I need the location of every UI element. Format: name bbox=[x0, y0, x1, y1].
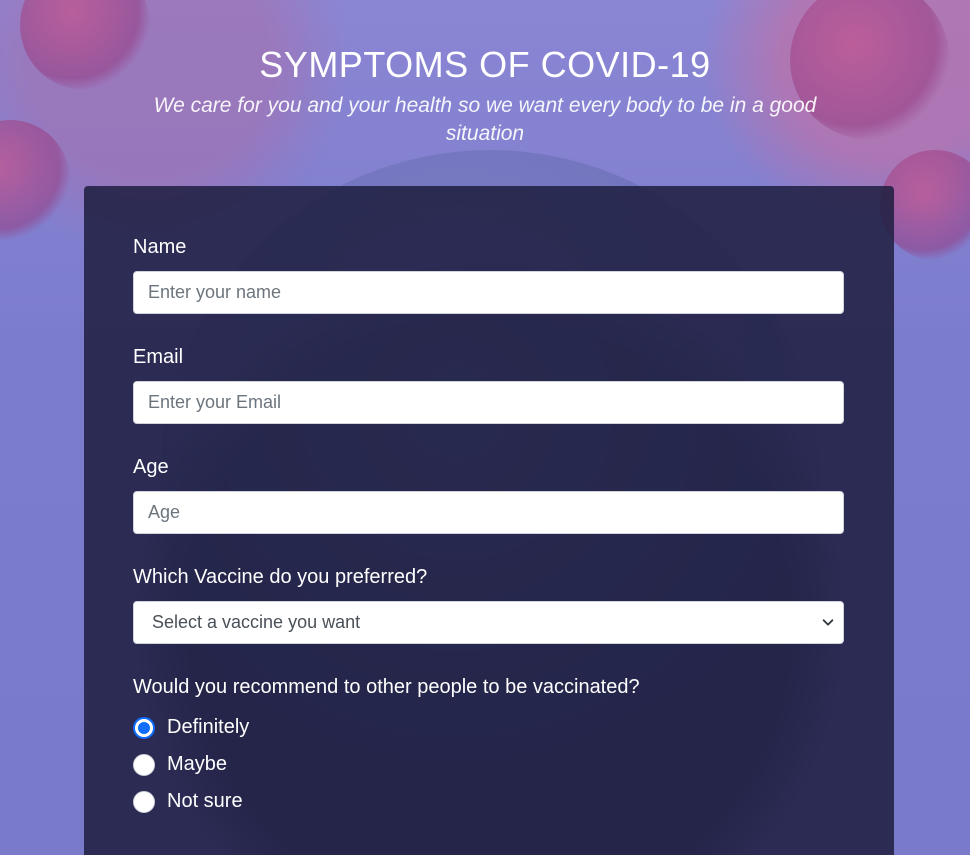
page-subtitle: We care for you and your health so we wa… bbox=[153, 94, 817, 145]
radio-button[interactable] bbox=[133, 790, 155, 813]
radio-option-definitely[interactable]: Definitely bbox=[133, 709, 845, 746]
radio-option-label: Not sure bbox=[167, 790, 243, 812]
radio-option-maybe[interactable]: Maybe bbox=[133, 746, 845, 783]
vaccine-label: Which Vaccine do you preferred? bbox=[133, 566, 428, 588]
email-input[interactable] bbox=[133, 381, 844, 424]
age-field-group: Age bbox=[133, 456, 845, 534]
radio-button[interactable] bbox=[133, 716, 155, 739]
recommend-field-group: Would you recommend to other people to b… bbox=[133, 676, 845, 820]
radio-option-label: Definitely bbox=[167, 716, 250, 738]
page-title: SYMPTOMS OF COVID-19 bbox=[259, 44, 711, 85]
email-field-group: Email bbox=[133, 346, 845, 424]
recommend-label: Would you recommend to other people to b… bbox=[133, 676, 640, 698]
vaccine-select[interactable]: Select a vaccine you want bbox=[133, 601, 844, 644]
email-label: Email bbox=[133, 346, 184, 368]
age-input[interactable] bbox=[133, 491, 844, 534]
radio-option-not-sure[interactable]: Not sure bbox=[133, 783, 845, 820]
radio-option-label: Maybe bbox=[167, 753, 228, 775]
survey-form: Name Email Age Which Vaccine do you pref… bbox=[84, 186, 894, 855]
page-header: SYMPTOMS OF COVID-19 We care for you and… bbox=[0, 44, 970, 148]
radio-button[interactable] bbox=[133, 753, 155, 776]
vaccine-select-value: Select a vaccine you want bbox=[152, 612, 361, 632]
chevron-down-icon bbox=[822, 619, 834, 626]
vaccine-field-group: Which Vaccine do you preferred? Select a… bbox=[133, 566, 845, 644]
name-input[interactable] bbox=[133, 271, 844, 314]
name-label: Name bbox=[133, 236, 187, 258]
age-label: Age bbox=[133, 456, 169, 478]
name-field-group: Name bbox=[133, 236, 845, 314]
